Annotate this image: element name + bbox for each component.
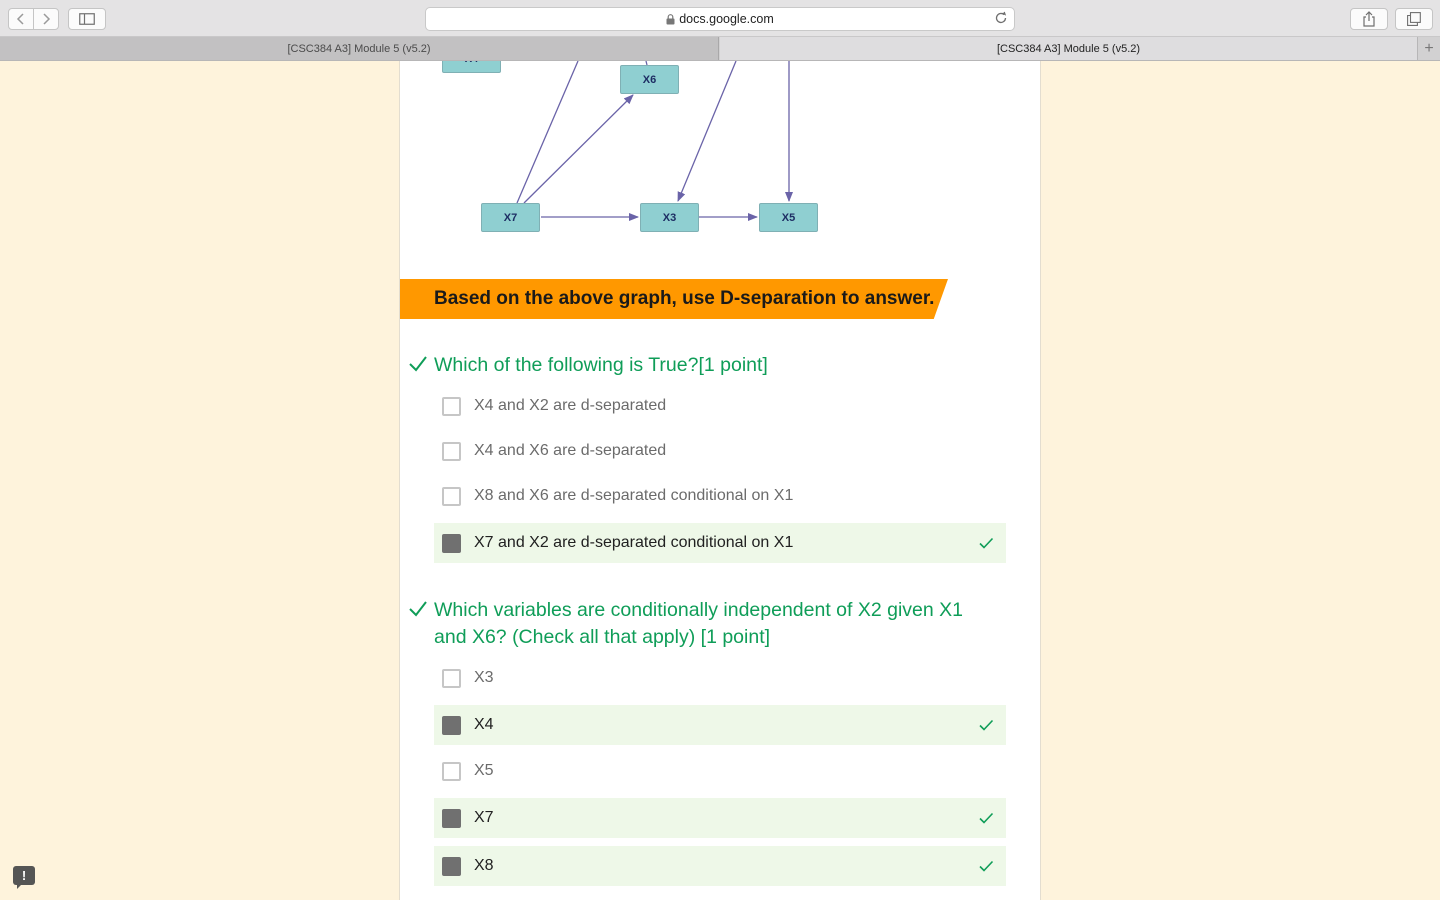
q1-option-4[interactable]: X7 and X2 are d-separated conditional on… [434,523,1006,563]
tab-label: [CSC384 A3] Module 5 (v5.2) [996,42,1141,55]
lock-icon [666,13,675,24]
graph-node-x4: X4 [442,61,501,73]
q1-option-2[interactable]: X4 and X6 are d-separated [434,431,1006,471]
question-1-title: Which of the following is True?[1 point] [434,354,768,376]
tabs-overview-icon [1407,12,1421,26]
plus-icon: + [1424,39,1434,57]
url-text: docs.google.com [679,12,774,26]
q2-option-x4[interactable]: X4 [434,705,1006,745]
tab-module-5-inactive[interactable]: [CSC384 A3] Module 5 (v5.2) [0,37,719,60]
edge-to-x3 [677,61,737,202]
option-label: X3 [474,669,494,686]
option-label: X7 and X2 are d-separated conditional on… [474,534,794,551]
option-label: X5 [474,762,494,779]
graph-node-x6: X6 [620,65,679,94]
q2-option-x5[interactable]: X5 [434,751,1006,791]
graph-node-x7: X7 [481,203,540,232]
reload-icon[interactable] [994,11,1008,25]
show-tabs-button[interactable] [1395,8,1433,30]
edge-x7-up [516,61,579,204]
tab-bar: [CSC384 A3] Module 5 (v5.2) [CSC384 A3] … [0,37,1440,61]
back-button[interactable] [8,8,34,30]
correct-answer-check-icon [979,537,994,549]
sidebar-icon [79,13,95,25]
q1-option-3[interactable]: X8 and X6 are d-separated conditional on… [434,476,1006,516]
question-2-title-line-2: and X6? (Check all that apply) [1 point] [434,626,771,648]
chevron-left-icon [16,13,24,25]
checkbox-unchecked[interactable] [442,487,461,506]
q2-option-x8[interactable]: X8 [434,846,1006,886]
browser-toolbar: docs.google.com [0,0,1440,37]
graph-node-x3: X3 [640,203,699,232]
address-bar[interactable]: docs.google.com [425,7,1015,31]
sidebar-toggle-button[interactable] [68,8,106,30]
form-card: X4 X6 X7 X3 X5 Based on the above graph,… [399,61,1041,900]
q2-option-x3[interactable]: X3 [434,658,1006,698]
correct-answer-check-icon [979,812,994,824]
chevron-right-icon [43,13,51,25]
option-label: X4 and X6 are d-separated [474,442,667,459]
new-tab-button[interactable]: + [1417,37,1440,60]
option-label: X8 and X6 are d-separated conditional on… [474,487,794,504]
exclamation-icon: ! [21,868,27,883]
question-correct-check-icon [409,356,427,372]
section-banner: Based on the above graph, use D-separati… [400,279,948,319]
option-label: X7 [474,809,494,826]
share-icon [1363,11,1375,27]
tab-module-5-active[interactable]: [CSC384 A3] Module 5 (v5.2) [720,37,1417,60]
checkbox-checked[interactable] [442,534,461,553]
question-2-title: Which variables are conditionally indepe… [434,597,963,651]
share-button[interactable] [1350,8,1388,30]
forward-button[interactable] [33,8,59,30]
option-label: X4 and X2 are d-separated [474,397,667,414]
tab-label: [CSC384 A3] Module 5 (v5.2) [287,42,431,55]
checkbox-checked[interactable] [442,857,461,876]
checkbox-unchecked[interactable] [442,762,461,781]
question-correct-check-icon [409,601,427,617]
graph-node-x5: X5 [759,203,818,232]
option-label: X8 [474,857,494,874]
checkbox-unchecked[interactable] [442,397,461,416]
checkbox-checked[interactable] [442,809,461,828]
q2-option-x7[interactable]: X7 [434,798,1006,838]
checkbox-checked[interactable] [442,716,461,735]
checkbox-unchecked[interactable] [442,669,461,688]
correct-answer-check-icon [979,860,994,872]
bayes-net-graph: X4 X6 X7 X3 X5 [400,61,1040,261]
option-label: X4 [474,716,494,733]
report-feedback-button[interactable]: ! [13,866,35,889]
question-2-title-line-1: Which variables are conditionally indepe… [434,599,963,621]
correct-answer-check-icon [979,719,994,731]
q1-option-1[interactable]: X4 and X2 are d-separated [434,386,1006,426]
checkbox-unchecked[interactable] [442,442,461,461]
